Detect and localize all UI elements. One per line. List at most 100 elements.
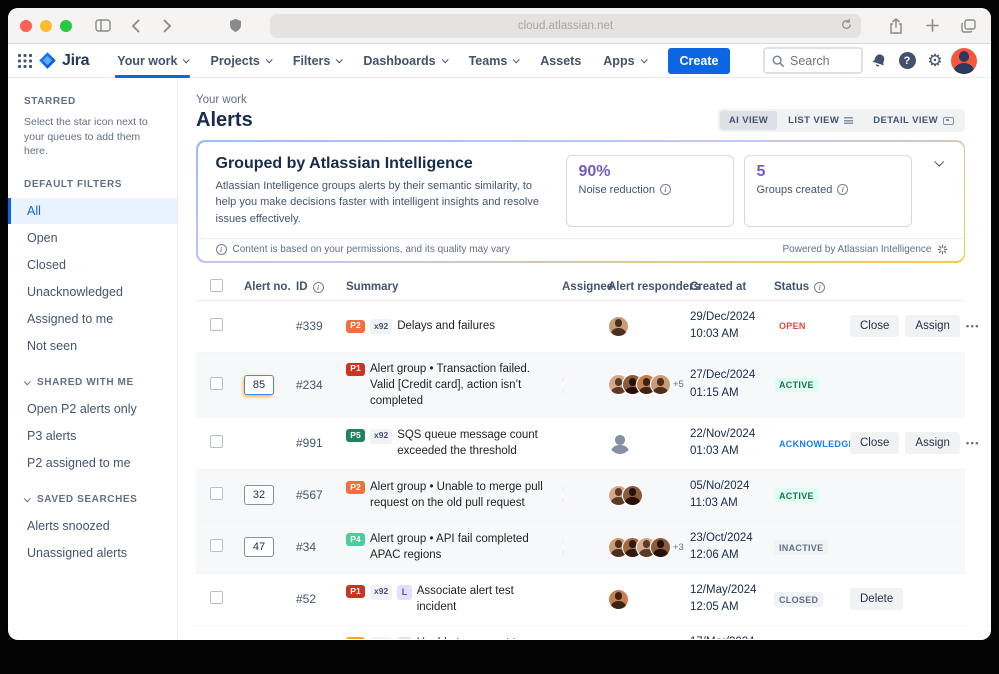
collapse-panel-chevron-icon[interactable] (924, 155, 948, 228)
row-checkbox[interactable] (210, 539, 223, 553)
create-button[interactable]: Create (667, 47, 731, 74)
reload-icon[interactable] (840, 18, 853, 31)
close-button[interactable]: Close (850, 432, 900, 455)
nav-item-dashboards[interactable]: Dashboards (353, 44, 456, 78)
search-input[interactable] (790, 53, 850, 68)
info-icon[interactable] (312, 281, 324, 293)
col-summary[interactable]: Summary (346, 281, 562, 293)
alert-id[interactable]: #234 (296, 378, 346, 392)
view-tab-detail-view[interactable]: DETAIL VIEW (864, 111, 963, 130)
saved-searches-section-title[interactable]: SAVED SEARCHES (8, 494, 177, 505)
forward-icon[interactable] (156, 15, 178, 37)
assign-button[interactable]: Assign (905, 432, 960, 455)
row-checkbox[interactable] (210, 376, 223, 390)
alert-summary[interactable]: Alert group • API fail completed APAC re… (370, 531, 554, 563)
zoom-window-button[interactable] (60, 19, 72, 32)
sidebar-filter-open[interactable]: Open (8, 225, 177, 251)
shared-with-me-section-title[interactable]: SHARED WITH ME (8, 377, 177, 388)
settings-gear-icon[interactable]: ⚙ (923, 49, 947, 73)
alert-id[interactable]: #991 (296, 436, 346, 450)
col-alert-no[interactable]: Alert no. (244, 281, 296, 293)
traffic-lights (20, 19, 72, 32)
actions-cell: Close Assign ••• (850, 315, 990, 337)
sidebar-item-alerts-snoozed[interactable]: Alerts snoozed (8, 513, 177, 539)
close-button[interactable]: Close (850, 315, 900, 337)
share-icon[interactable] (885, 15, 907, 37)
shield-icon[interactable] (224, 15, 246, 37)
info-icon[interactable] (659, 184, 671, 195)
browser-chrome: cloud.atlassian.net (8, 8, 991, 44)
col-responders[interactable]: Alert responders (608, 281, 700, 293)
alert-summary[interactable]: Alert group • Transaction failed. Valid … (370, 361, 554, 409)
delete-button[interactable]: Delete (850, 588, 904, 611)
alert-summary[interactable]: Delays and failures (397, 318, 495, 334)
view-tab-ai-view[interactable]: AI VIEW (719, 111, 778, 130)
search-box[interactable] (763, 47, 863, 74)
nav-item-assets[interactable]: Assets (530, 44, 591, 78)
assign-button[interactable]: Assign (905, 315, 960, 337)
nav-item-teams[interactable]: Teams (459, 44, 529, 78)
responders-overflow-count[interactable]: +3 (673, 542, 684, 553)
sidebar-filter-not-seen[interactable]: Not seen (8, 333, 177, 359)
new-tab-icon[interactable] (921, 15, 943, 37)
alert-no-input[interactable] (244, 485, 274, 506)
more-actions-button[interactable]: ••• (966, 321, 980, 331)
alert-no-input[interactable] (244, 374, 274, 395)
row-checkbox[interactable] (210, 487, 223, 501)
more-actions-button[interactable]: ••• (966, 438, 980, 448)
alert-summary[interactable]: Unable to connect to datacentres south (417, 635, 554, 639)
sidebar-item-unassigned-alerts[interactable]: Unassigned alerts (8, 540, 177, 566)
col-assignee[interactable]: Assignee (562, 281, 613, 293)
help-icon[interactable]: ? (895, 49, 919, 73)
sidebar-filter-assigned-to-me[interactable]: Assigned to me (8, 306, 177, 332)
app-switcher-icon[interactable] (18, 53, 32, 68)
alert-summary[interactable]: Associate alert test incident (417, 583, 554, 615)
back-icon[interactable] (124, 15, 146, 37)
sidebar-item-p3-alerts[interactable]: P3 alerts (8, 423, 177, 449)
alert-summary[interactable]: Alert group • Unable to merge pull reque… (370, 479, 554, 511)
user-avatar[interactable] (951, 47, 977, 74)
responders-overflow-count[interactable]: +5 (673, 379, 684, 390)
select-all-checkbox[interactable] (210, 279, 223, 292)
col-created[interactable]: Created at (690, 281, 774, 293)
alert-id[interactable]: #339 (296, 319, 346, 333)
alert-id[interactable]: #567 (296, 488, 346, 502)
minimize-window-button[interactable] (40, 19, 52, 32)
alert-summary[interactable]: SQS queue message count exceeded the thr… (397, 427, 554, 459)
sidebar-filter-all[interactable]: All (8, 198, 177, 225)
chrome-right-icons (885, 15, 979, 37)
jira-logo[interactable]: Jira (38, 51, 90, 70)
breadcrumb[interactable]: Your work (196, 94, 965, 106)
sidebar-item-open-p2-alerts-only[interactable]: Open P2 alerts only (8, 396, 177, 422)
alert-id[interactable]: #34 (296, 540, 346, 554)
nav-item-your-work[interactable]: Your work (107, 44, 198, 78)
sidebar-toggle-icon[interactable] (92, 15, 114, 37)
sidebar-filter-unacknowledged[interactable]: Unacknowledged (8, 279, 177, 305)
row-checkbox[interactable] (210, 435, 223, 449)
info-icon[interactable] (837, 184, 849, 195)
priority-badge: P3 (346, 637, 365, 639)
col-id[interactable]: ID (296, 281, 346, 293)
nav-item-filters[interactable]: Filters (283, 44, 352, 78)
info-icon[interactable] (814, 281, 826, 293)
sidebar-filter-closed[interactable]: Closed (8, 252, 177, 278)
col-status[interactable]: Status (774, 281, 850, 293)
close-window-button[interactable] (20, 19, 32, 32)
row-checkbox[interactable] (210, 318, 223, 331)
default-filters-section-title: DEFAULT FILTERS (24, 179, 123, 191)
alert-row-234: #234P1 Alert group • Transaction failed. … (196, 352, 965, 418)
tab-overview-icon[interactable] (957, 15, 979, 37)
created-at-cell: 27/Dec/2024 01:15 AM (690, 367, 774, 402)
nav-item-apps[interactable]: Apps (593, 44, 655, 78)
responders-cell: +5 (608, 374, 690, 396)
alert-id[interactable]: #52 (296, 592, 346, 606)
row-checkbox[interactable] (210, 591, 223, 605)
alert-no-input[interactable] (244, 537, 274, 558)
starred-helper-text: Select the star icon next to your queues… (24, 116, 148, 158)
sidebar-item-p2-assigned-to-me[interactable]: P2 assigned to me (8, 450, 177, 476)
address-bar[interactable]: cloud.atlassian.net (270, 13, 861, 38)
nav-item-projects[interactable]: Projects (200, 44, 280, 78)
notifications-bell-icon[interactable] (867, 49, 891, 73)
view-tab-list-view[interactable]: LIST VIEW (779, 111, 862, 130)
count-badge: x92 (370, 584, 393, 600)
